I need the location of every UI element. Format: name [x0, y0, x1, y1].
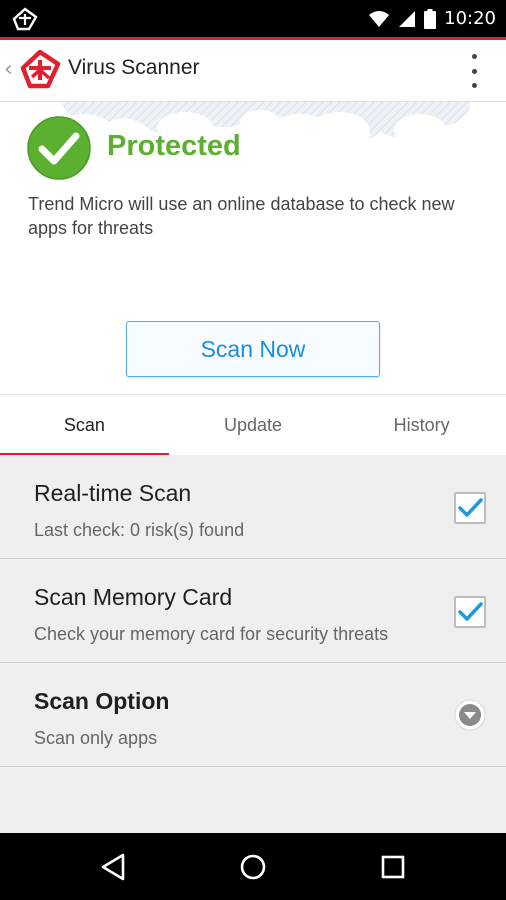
tab-update[interactable]: Update — [169, 395, 338, 456]
setting-title: Scan Memory Card — [34, 584, 233, 610]
setting-scan-option[interactable]: Scan Option Scan only apps — [0, 663, 506, 767]
protection-description: Trend Micro will use an online database … — [28, 194, 455, 238]
menu-dot — [471, 68, 477, 74]
setting-subtitle: Scan only apps — [34, 728, 158, 748]
chevron-left-icon[interactable]: ‹ — [4, 57, 13, 82]
protection-status-label: Protected — [107, 130, 241, 162]
tab-scan[interactable]: Scan — [0, 395, 169, 456]
scan-settings-list: Real-time Scan Last check: 0 risk(s) fou… — [0, 455, 506, 833]
checkmark-icon — [458, 498, 483, 517]
home-icon[interactable] — [236, 850, 270, 884]
setting-subtitle: Last check: 0 risk(s) found — [34, 520, 245, 540]
protection-status-panel: Protected Trend Micro will use an online… — [0, 102, 506, 394]
tab-bar: Scan Update History — [0, 394, 506, 456]
overflow-menu-icon[interactable] — [470, 54, 478, 88]
protected-check-icon — [27, 116, 91, 180]
scan-memory-card-checkbox[interactable] — [454, 596, 486, 628]
checkmark-icon — [458, 602, 483, 621]
signal-icon — [399, 10, 416, 27]
back-icon[interactable] — [96, 850, 130, 884]
menu-dot — [471, 83, 477, 88]
trend-micro-logo-icon — [12, 7, 38, 31]
recents-icon[interactable] — [376, 850, 410, 884]
setting-subtitle: Check your memory card for security thre… — [34, 624, 389, 644]
clock-time: 10:20 — [444, 8, 496, 29]
battery-icon — [424, 8, 437, 29]
scan-now-button[interactable]: Scan Now — [126, 321, 380, 377]
app-title: Virus Scanner — [68, 56, 200, 79]
app-bar: ‹ Virus Scanner — [0, 40, 506, 102]
wifi-icon — [369, 10, 390, 27]
status-bar: 10:20 — [0, 0, 506, 37]
setting-scan-memory-card[interactable]: Scan Memory Card Check your memory card … — [0, 559, 506, 663]
real-time-scan-checkbox[interactable] — [454, 492, 486, 524]
setting-title: Scan Option — [34, 688, 170, 714]
dropdown-arrow-icon[interactable] — [454, 699, 486, 731]
navigation-bar — [0, 833, 506, 900]
menu-dot — [471, 54, 477, 59]
setting-title: Real-time Scan — [34, 480, 192, 506]
setting-real-time-scan[interactable]: Real-time Scan Last check: 0 risk(s) fou… — [0, 455, 506, 559]
app-logo-icon[interactable] — [20, 50, 62, 90]
tab-history[interactable]: History — [337, 395, 506, 456]
